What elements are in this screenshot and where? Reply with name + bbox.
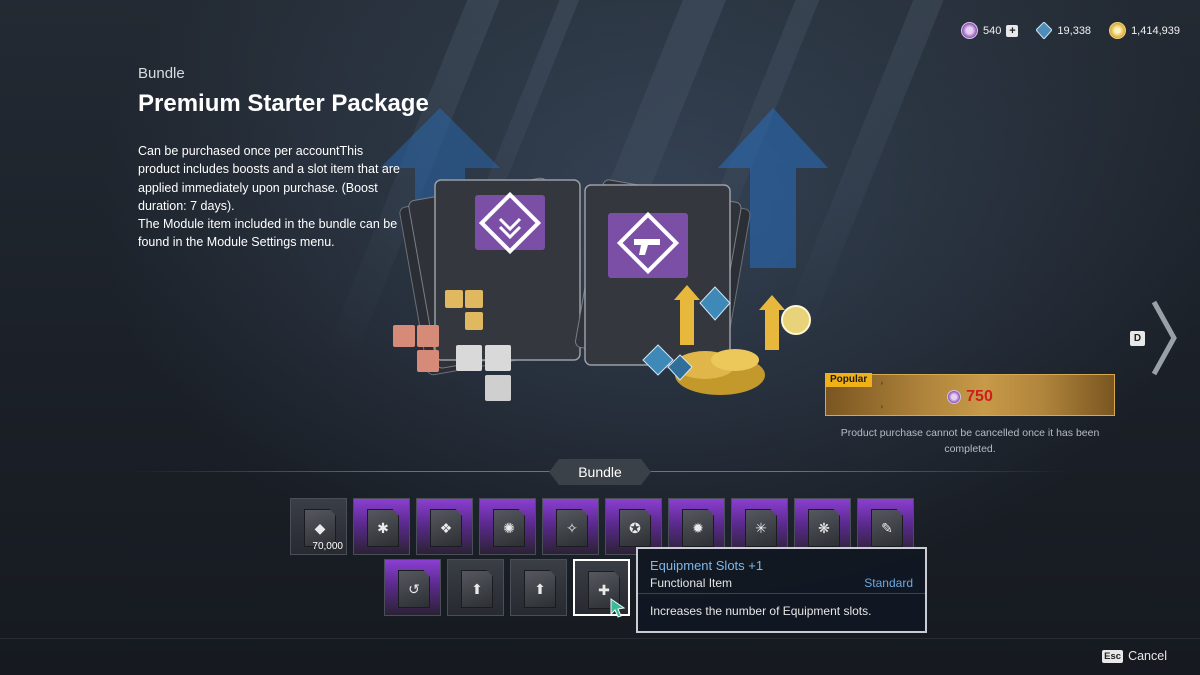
- item-icon: ⬆: [534, 581, 546, 597]
- kuiper-shard-item[interactable]: ◆ 70,000: [290, 498, 347, 555]
- gold-icon: [1109, 22, 1127, 39]
- tooltip-grade: Standard: [864, 576, 913, 590]
- module-item-4[interactable]: ✧: [542, 498, 599, 555]
- currency-value: 19,338: [1057, 24, 1092, 37]
- product-description: Can be purchased once per accountThis pr…: [138, 144, 400, 250]
- tooltip-type: Functional Item: [650, 576, 733, 590]
- product-title: Premium Starter Package: [138, 90, 429, 117]
- tooltip-separator: [638, 593, 925, 594]
- item-icon: ❋: [818, 520, 830, 536]
- item-icon: ✧: [566, 520, 578, 536]
- item-icon: ✳: [755, 520, 767, 536]
- next-key-hint: D: [1130, 331, 1145, 346]
- product-category: Bundle: [138, 65, 185, 82]
- bundle-hero-image: [393, 177, 811, 401]
- price-box-decoration: [881, 381, 884, 409]
- module-item-3[interactable]: ✺: [479, 498, 536, 555]
- tooltip-title: Equipment Slots +1: [650, 558, 764, 573]
- currency-value: 540: [983, 24, 1002, 37]
- cancel-button[interactable]: Esc Cancel: [1102, 649, 1167, 663]
- esc-key-hint: Esc: [1102, 649, 1124, 663]
- item-icon: ✚: [598, 582, 610, 598]
- mouse-cursor-icon: [610, 598, 626, 618]
- kuiper-boost-item[interactable]: ⬆: [510, 559, 567, 616]
- item-icon: ❖: [439, 520, 453, 536]
- currency-value: 1,414,939: [1131, 24, 1180, 37]
- item-icon: ✹: [692, 520, 704, 536]
- item-icon: ✺: [503, 520, 515, 536]
- footer-separator: [0, 638, 1200, 639]
- module-item-1[interactable]: ✱: [353, 498, 410, 555]
- tooltip-description: Increases the number of Equipment slots.: [650, 604, 872, 618]
- currency-gold: 1,414,939: [1109, 22, 1180, 39]
- currency-caliber: 540 +: [961, 22, 1019, 39]
- item-tooltip: Equipment Slots +1 Functional Item Stand…: [636, 547, 927, 633]
- currency-bar: 540 + 19,338 1,414,939: [961, 22, 1180, 39]
- shop-screen: 540 + 19,338 1,414,939 Bundle Premium St…: [0, 0, 1200, 675]
- item-quantity: 70,000: [312, 541, 343, 552]
- add-currency-button[interactable]: +: [1006, 24, 1019, 37]
- caliber-icon: [961, 22, 979, 39]
- module-item-10[interactable]: ↺: [384, 559, 441, 616]
- next-product-chevron-icon[interactable]: [1148, 300, 1178, 376]
- gold-boost-item[interactable]: ⬆: [447, 559, 504, 616]
- item-icon: ⬆: [471, 581, 483, 597]
- currency-kuiper: 19,338: [1036, 22, 1091, 39]
- purchase-note: Product purchase cannot be cancelled onc…: [840, 427, 1100, 455]
- bundle-tab[interactable]: Bundle: [549, 459, 651, 485]
- item-icon: ✎: [881, 520, 893, 536]
- item-icon: ↺: [408, 581, 420, 597]
- item-icon: ✪: [629, 520, 641, 536]
- kuiper-shard-icon: [1036, 22, 1053, 39]
- cancel-label: Cancel: [1128, 649, 1167, 663]
- item-icon: ✱: [377, 520, 389, 536]
- item-icon: ◆: [314, 520, 326, 536]
- popular-badge: Popular: [825, 373, 873, 387]
- bundle-items-row-2: ↺ ⬆ ⬆ ✚: [384, 559, 630, 616]
- module-item-2[interactable]: ❖: [416, 498, 473, 555]
